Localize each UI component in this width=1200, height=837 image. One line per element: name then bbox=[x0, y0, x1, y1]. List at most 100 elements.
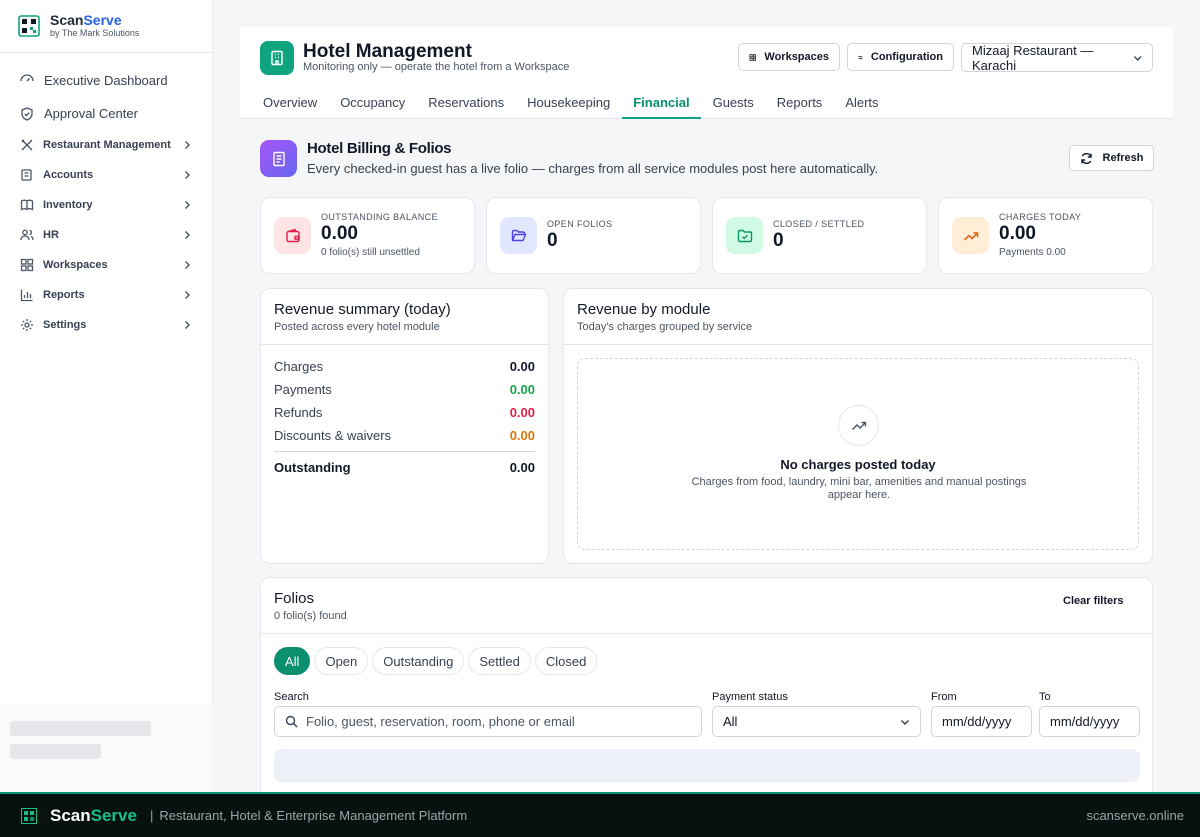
chip-outstanding[interactable]: Outstanding bbox=[372, 647, 465, 675]
from-date-input[interactable]: mm/dd/yyyy bbox=[931, 706, 1032, 737]
folder-check-icon bbox=[726, 217, 763, 254]
kpi-value: 0 bbox=[773, 230, 784, 251]
revenue-row-value: 0.00 bbox=[509, 405, 535, 420]
sidebar-nav: Executive Dashboard Approval Center Rest… bbox=[0, 53, 212, 340]
kpi-label: Closed / settled bbox=[773, 219, 865, 229]
folio-count: 0 folio(s) found bbox=[274, 610, 347, 622]
configuration-button-label: Configuration bbox=[870, 51, 943, 63]
to-date-placeholder: mm/dd/yyyy bbox=[1050, 714, 1120, 729]
footer-brand: ScanServe bbox=[50, 805, 137, 825]
sidebar-item-label: Executive Dashboard bbox=[44, 73, 168, 88]
sidebar-item-restaurant-management[interactable]: Restaurant Management bbox=[0, 130, 212, 160]
kpi-note: 0 folio(s) still unsettled bbox=[321, 247, 420, 258]
revenue-row-refunds: Refunds 0.00 bbox=[274, 405, 535, 420]
divider bbox=[274, 451, 535, 452]
kpi-charges-today: Charges today 0.00 Payments 0.00 bbox=[938, 197, 1153, 274]
kpi-row: Outstanding balance 0.00 0 folio(s) stil… bbox=[260, 197, 1153, 274]
section-title: Hotel Billing & Folios bbox=[307, 140, 452, 157]
sidebar-item-settings[interactable]: Settings bbox=[0, 310, 212, 340]
revenue-row-payments: Payments 0.00 bbox=[274, 382, 535, 397]
brand[interactable]: ScanServe by The Mark Solutions bbox=[0, 0, 212, 53]
sidebar-item-label: Accounts bbox=[43, 169, 94, 181]
users-icon bbox=[20, 228, 34, 242]
revenue-row-value: 0.00 bbox=[509, 382, 535, 397]
search-input[interactable]: Folio, guest, reservation, room, phone o… bbox=[274, 706, 702, 737]
tab-financial[interactable]: Financial bbox=[622, 87, 701, 119]
folder-open-icon bbox=[500, 217, 537, 254]
card-title: Revenue by module bbox=[577, 301, 711, 318]
sidebar-item-executive-dashboard[interactable]: Executive Dashboard bbox=[0, 64, 212, 97]
outlet-select[interactable]: Mizaaj Restaurant — Karachi bbox=[961, 43, 1153, 73]
tab-guests[interactable]: Guests bbox=[702, 87, 765, 119]
kpi-label: Outstanding balance bbox=[321, 212, 438, 222]
divider bbox=[564, 344, 1152, 345]
chevron-right-icon bbox=[185, 141, 190, 149]
revenue-row-charges: Charges 0.00 bbox=[274, 359, 535, 374]
kpi-open-folios: Open folios 0 bbox=[486, 197, 701, 274]
revenue-row-label: Outstanding bbox=[274, 460, 351, 475]
revenue-row-label: Payments bbox=[274, 382, 332, 397]
sidebar-item-accounts[interactable]: Accounts bbox=[0, 160, 212, 190]
tab-alerts[interactable]: Alerts bbox=[834, 87, 889, 119]
kpi-outstanding-balance: Outstanding balance 0.00 0 folio(s) stil… bbox=[260, 197, 475, 274]
search-label: Search bbox=[274, 691, 309, 703]
workspaces-button[interactable]: Workspaces bbox=[738, 43, 840, 71]
sidebar-item-label: Approval Center bbox=[44, 106, 138, 121]
tab-housekeeping[interactable]: Housekeeping bbox=[516, 87, 621, 119]
section-subtitle: Every checked-in guest has a live folio … bbox=[307, 161, 879, 176]
divider bbox=[261, 633, 1152, 634]
from-date-placeholder: mm/dd/yyyy bbox=[942, 714, 1012, 729]
chip-settled[interactable]: Settled bbox=[468, 647, 531, 675]
shield-check-icon bbox=[20, 106, 34, 121]
empty-state-title: No charges posted today bbox=[780, 457, 936, 472]
pulse-icon bbox=[20, 73, 34, 88]
scanserve-logo-icon bbox=[21, 807, 37, 824]
sidebar-item-inventory[interactable]: Inventory bbox=[0, 190, 212, 220]
trending-up-icon bbox=[838, 405, 879, 446]
empty-state: No charges posted today Charges from foo… bbox=[577, 358, 1139, 550]
payment-status-label: Payment status bbox=[712, 691, 788, 703]
folio-status-filter: All Open Outstanding Settled Closed bbox=[274, 647, 601, 675]
tab-bar: Overview Occupancy Reservations Housekee… bbox=[252, 87, 891, 119]
footer: ScanServe | Restaurant, Hotel & Enterpri… bbox=[0, 792, 1200, 837]
sidebar-item-label: Reports bbox=[43, 289, 85, 301]
tab-reports[interactable]: Reports bbox=[766, 87, 834, 119]
empty-state-description: Charges from food, laundry, mini bar, am… bbox=[691, 476, 1027, 501]
sidebar-item-label: Inventory bbox=[43, 199, 93, 211]
chip-open[interactable]: Open bbox=[314, 647, 369, 675]
tab-reservations[interactable]: Reservations bbox=[417, 87, 515, 119]
configuration-button[interactable]: Configuration bbox=[847, 43, 954, 71]
to-date-input[interactable]: mm/dd/yyyy bbox=[1039, 706, 1140, 737]
billing-section-header: Hotel Billing & Folios Every checked-in … bbox=[240, 119, 1173, 189]
footer-tagline: Restaurant, Hotel & Enterprise Managemen… bbox=[159, 808, 468, 823]
footer-url-link[interactable]: scanserve.online bbox=[1086, 808, 1184, 823]
loading-skeleton bbox=[274, 749, 1140, 782]
kpi-note: Payments 0.00 bbox=[999, 247, 1066, 258]
book-icon bbox=[20, 198, 34, 212]
chevron-down-icon bbox=[901, 719, 909, 725]
sidebar-item-workspaces[interactable]: Workspaces bbox=[0, 250, 212, 280]
sidebar-item-hr[interactable]: HR bbox=[0, 220, 212, 250]
page-subtitle: Monitoring only — operate the hotel from… bbox=[303, 61, 570, 73]
sidebar-item-label: Workspaces bbox=[43, 259, 108, 271]
from-date-label: From bbox=[931, 691, 957, 703]
chevron-right-icon bbox=[185, 201, 190, 209]
revenue-by-module-card: Revenue by module Today's charges groupe… bbox=[563, 288, 1153, 564]
building-icon bbox=[260, 41, 294, 75]
clear-filters-button[interactable]: Clear filters bbox=[1063, 595, 1124, 607]
payment-status-select[interactable]: All bbox=[712, 706, 921, 737]
loading-skeleton bbox=[10, 744, 101, 759]
grid-icon bbox=[20, 258, 34, 272]
sidebar-item-approval-center[interactable]: Approval Center bbox=[0, 97, 212, 130]
sidebar-item-label: Settings bbox=[43, 319, 87, 331]
divider bbox=[261, 344, 548, 345]
sidebar: ScanServe by The Mark Solutions Executiv… bbox=[0, 0, 213, 792]
refresh-button[interactable]: Refresh bbox=[1069, 145, 1154, 171]
tab-overview[interactable]: Overview bbox=[252, 87, 328, 119]
chevron-right-icon bbox=[185, 321, 190, 329]
chevron-down-icon bbox=[1133, 55, 1142, 61]
chip-closed[interactable]: Closed bbox=[534, 647, 598, 675]
tab-occupancy[interactable]: Occupancy bbox=[329, 87, 416, 119]
chip-all[interactable]: All bbox=[274, 647, 311, 675]
sidebar-item-reports[interactable]: Reports bbox=[0, 280, 212, 310]
